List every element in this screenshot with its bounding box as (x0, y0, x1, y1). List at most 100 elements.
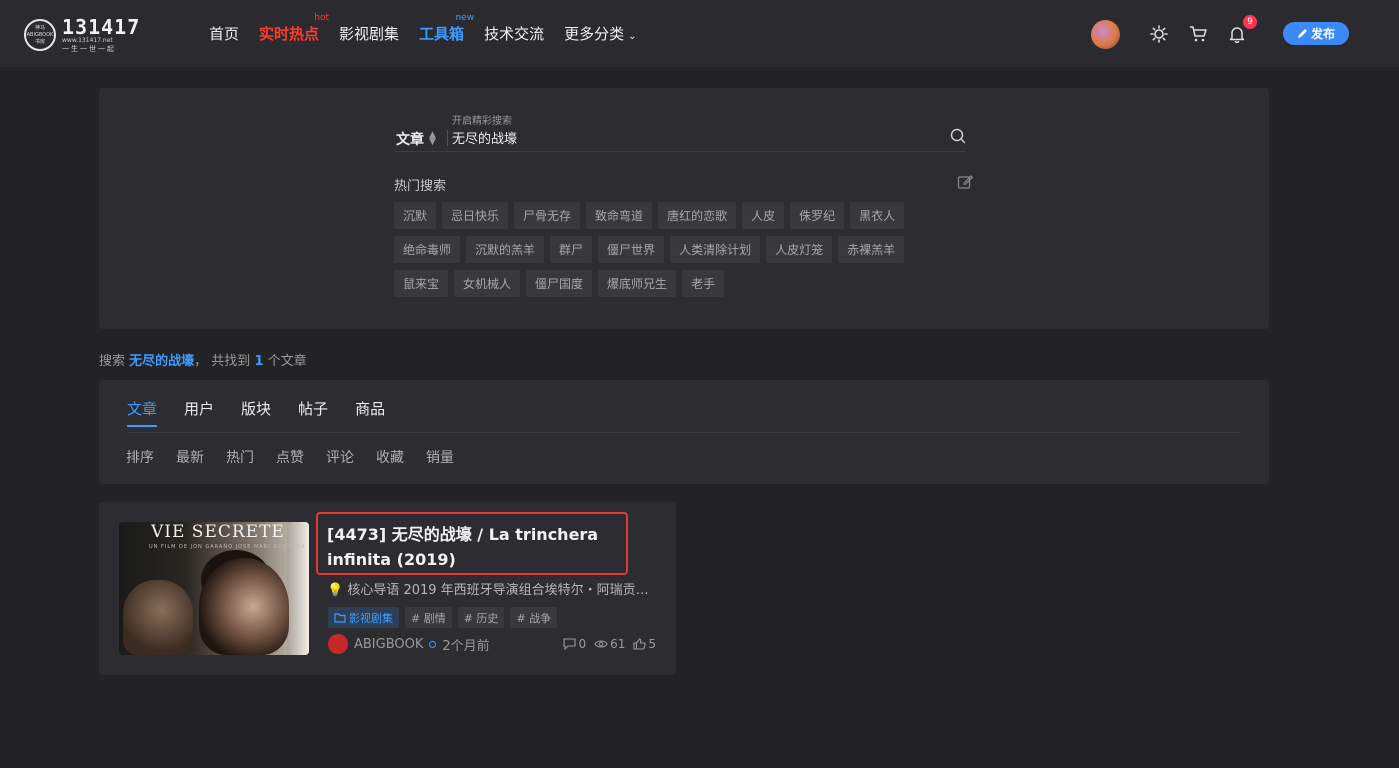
thumbs-up-icon (633, 638, 646, 650)
hot-tag[interactable]: 致命弯道 (586, 202, 653, 229)
post-stats: 0 61 5 (555, 637, 656, 651)
logo-badge: 神马 ABIGBOOK 书房 (24, 19, 56, 51)
logo-main: 131417 (62, 15, 141, 39)
tab-articles[interactable]: 文章 (127, 398, 158, 427)
user-avatar[interactable] (1091, 20, 1120, 49)
sort-likes[interactable]: 点赞 (276, 447, 304, 467)
hot-tag[interactable]: 尸骨无存 (514, 202, 581, 229)
hot-tag[interactable]: 群尸 (550, 236, 593, 263)
search-divider (447, 130, 448, 146)
post-title[interactable]: [4473] 无尽的战壕 / La trinchera infinita (20… (327, 522, 667, 572)
post-meta: ABIGBOOK 2个月前 0 61 5 (328, 634, 656, 654)
nav-tech-exchange[interactable]: 技术交流 (484, 23, 544, 44)
comment-stat: 0 (563, 637, 586, 651)
hot-search-tags: 沉默 忌日快乐 尸骨无存 致命弯道 唐红的恋歌 人皮 侏罗纪 黑衣人 绝命毒师 … (394, 202, 924, 304)
hot-tag[interactable]: 爆底师兄生 (598, 270, 677, 297)
post-tag[interactable]: # 战争 (510, 607, 558, 628)
post-card: VIE SECRETE UN FILM DE JON GARAÑO JOSE M… (99, 502, 676, 675)
hot-tag[interactable]: 女机械人 (454, 270, 521, 297)
hot-tag[interactable]: 鼠来宝 (394, 270, 449, 297)
publish-button[interactable]: 发布 (1283, 22, 1349, 45)
sort-favorites[interactable]: 收藏 (376, 447, 404, 467)
pencil-icon (1297, 29, 1307, 38)
thumb-window (287, 522, 309, 655)
summary-count: 1 (254, 354, 264, 369)
logo-url: www.131417.net (62, 37, 113, 44)
result-tabs-panel: 文章 用户 版块 帖子 商品 排序 最新 热门 点赞 评论 收藏 销量 (99, 380, 1269, 484)
sort-tabs: 排序 最新 热门 点赞 评论 收藏 销量 (126, 447, 476, 467)
search-input[interactable]: 无尽的战壕 (452, 128, 517, 147)
tab-products[interactable]: 商品 (355, 398, 385, 427)
search-panel: 文章 ▲ ▼ 开启精彩搜索 无尽的战壕 热门搜索 沉默 忌日快乐 尸骨无存 致命弯… (99, 88, 1269, 329)
post-tag[interactable]: # 剧情 (405, 607, 452, 628)
sort-comments[interactable]: 评论 (326, 447, 354, 467)
eye-icon (594, 640, 608, 648)
hot-tag[interactable]: 人皮灯笼 (766, 236, 833, 263)
hot-search-title: 热门搜索 (394, 179, 447, 194)
new-badge: new (455, 13, 475, 23)
site-logo[interactable]: 神马 ABIGBOOK 书房 131417 www.131417.net 一生一… (24, 17, 140, 53)
hot-tag[interactable]: 黑衣人 (850, 202, 905, 229)
tab-users[interactable]: 用户 (184, 398, 214, 427)
nav-more-categories[interactable]: 更多分类 ⌄ (564, 23, 636, 44)
hot-tag[interactable]: 忌日快乐 (442, 202, 509, 229)
search-type-select[interactable]: 文章 ▲ ▼ (396, 129, 436, 149)
tab-sections[interactable]: 版块 (241, 398, 271, 427)
tabs-divider (127, 432, 1241, 433)
view-stat: 61 (594, 637, 625, 651)
top-header: 神马 ABIGBOOK 书房 131417 www.131417.net 一生一… (0, 0, 1399, 67)
search-icon[interactable] (950, 128, 966, 144)
author-name[interactable]: ABIGBOOK (354, 637, 423, 652)
hot-tag[interactable]: 人皮 (742, 202, 785, 229)
tab-posts[interactable]: 帖子 (298, 398, 328, 427)
search-summary: 搜索 无尽的战壕， 共找到 1 个文章 (99, 354, 307, 369)
like-stat[interactable]: 5 (633, 637, 656, 651)
hot-tag[interactable]: 老手 (682, 270, 725, 297)
hot-tag[interactable]: 绝命毒师 (394, 236, 461, 263)
search-placeholder: 开启精彩搜索 (452, 116, 512, 127)
logo-text: 131417 www.131417.net 一生一世一起 (62, 17, 140, 53)
nav-realtime-hot[interactable]: 实时热点 hot (259, 13, 329, 44)
hot-badge: hot (314, 13, 330, 23)
nav-toolbox[interactable]: 工具箱 new (419, 13, 474, 44)
chevron-down-icon: ⌄ (628, 31, 637, 42)
thumb-title: VIE SECRETE (151, 522, 285, 542)
sort-label: 排序 (126, 450, 154, 466)
sort-hot[interactable]: 热门 (226, 447, 254, 467)
sort-latest[interactable]: 最新 (176, 447, 204, 467)
hot-tag[interactable]: 赤裸羔羊 (838, 236, 905, 263)
folder-icon (334, 612, 346, 623)
hot-tag[interactable]: 僵尸世界 (598, 236, 665, 263)
nav-tv-series[interactable]: 影视剧集 (339, 23, 399, 44)
hot-tag[interactable]: 侏罗纪 (790, 202, 845, 229)
logo-slogan: 一生一世一起 (62, 45, 116, 53)
thumb-subtitle: UN FILM DE JON GARAÑO JOSE MARI GOENAGA (149, 544, 306, 550)
cart-icon[interactable] (1186, 22, 1210, 46)
post-time: 2个月前 (442, 638, 490, 654)
theme-toggle-icon[interactable] (1147, 22, 1171, 46)
thumb-figure-man (123, 580, 193, 655)
search-bar: 文章 ▲ ▼ 开启精彩搜索 无尽的战壕 (394, 112, 966, 152)
post-category[interactable]: 影视剧集 (328, 607, 399, 628)
notification-count-badge: 9 (1243, 15, 1257, 29)
author-avatar[interactable] (328, 634, 348, 654)
post-excerpt: 💡 核心导语 2019 年西班牙导演组合埃特尔・阿瑞贡、琼・加拉尼奥 (327, 583, 657, 598)
separator-dot (429, 640, 437, 648)
hot-tag[interactable]: 人类清除计划 (670, 236, 761, 263)
hot-tag[interactable]: 唐红的恋歌 (658, 202, 737, 229)
post-tags: 影视剧集 # 剧情 # 历史 # 战争 (328, 607, 563, 628)
main-nav: 首页 实时热点 hot 影视剧集 工具箱 new 技术交流 更多分类 ⌄ (209, 0, 656, 67)
summary-keyword: 无尽的战壕 (129, 354, 195, 369)
post-thumbnail[interactable]: VIE SECRETE UN FILM DE JON GARAÑO JOSE M… (119, 522, 309, 655)
hot-tag[interactable]: 沉默 (394, 202, 437, 229)
edit-icon[interactable] (957, 174, 974, 190)
nav-home[interactable]: 首页 (209, 23, 239, 44)
sort-sales[interactable]: 销量 (426, 447, 454, 467)
hot-tag[interactable]: 僵尸国度 (526, 270, 593, 297)
thumb-figure-woman (199, 558, 289, 655)
post-tag[interactable]: # 历史 (457, 607, 505, 628)
hot-tag[interactable]: 沉默的羔羊 (466, 236, 545, 263)
comment-icon (563, 638, 576, 650)
main-tabs: 文章 用户 版块 帖子 商品 (127, 398, 412, 427)
sort-arrows-icon: ▲ ▼ (429, 130, 436, 147)
